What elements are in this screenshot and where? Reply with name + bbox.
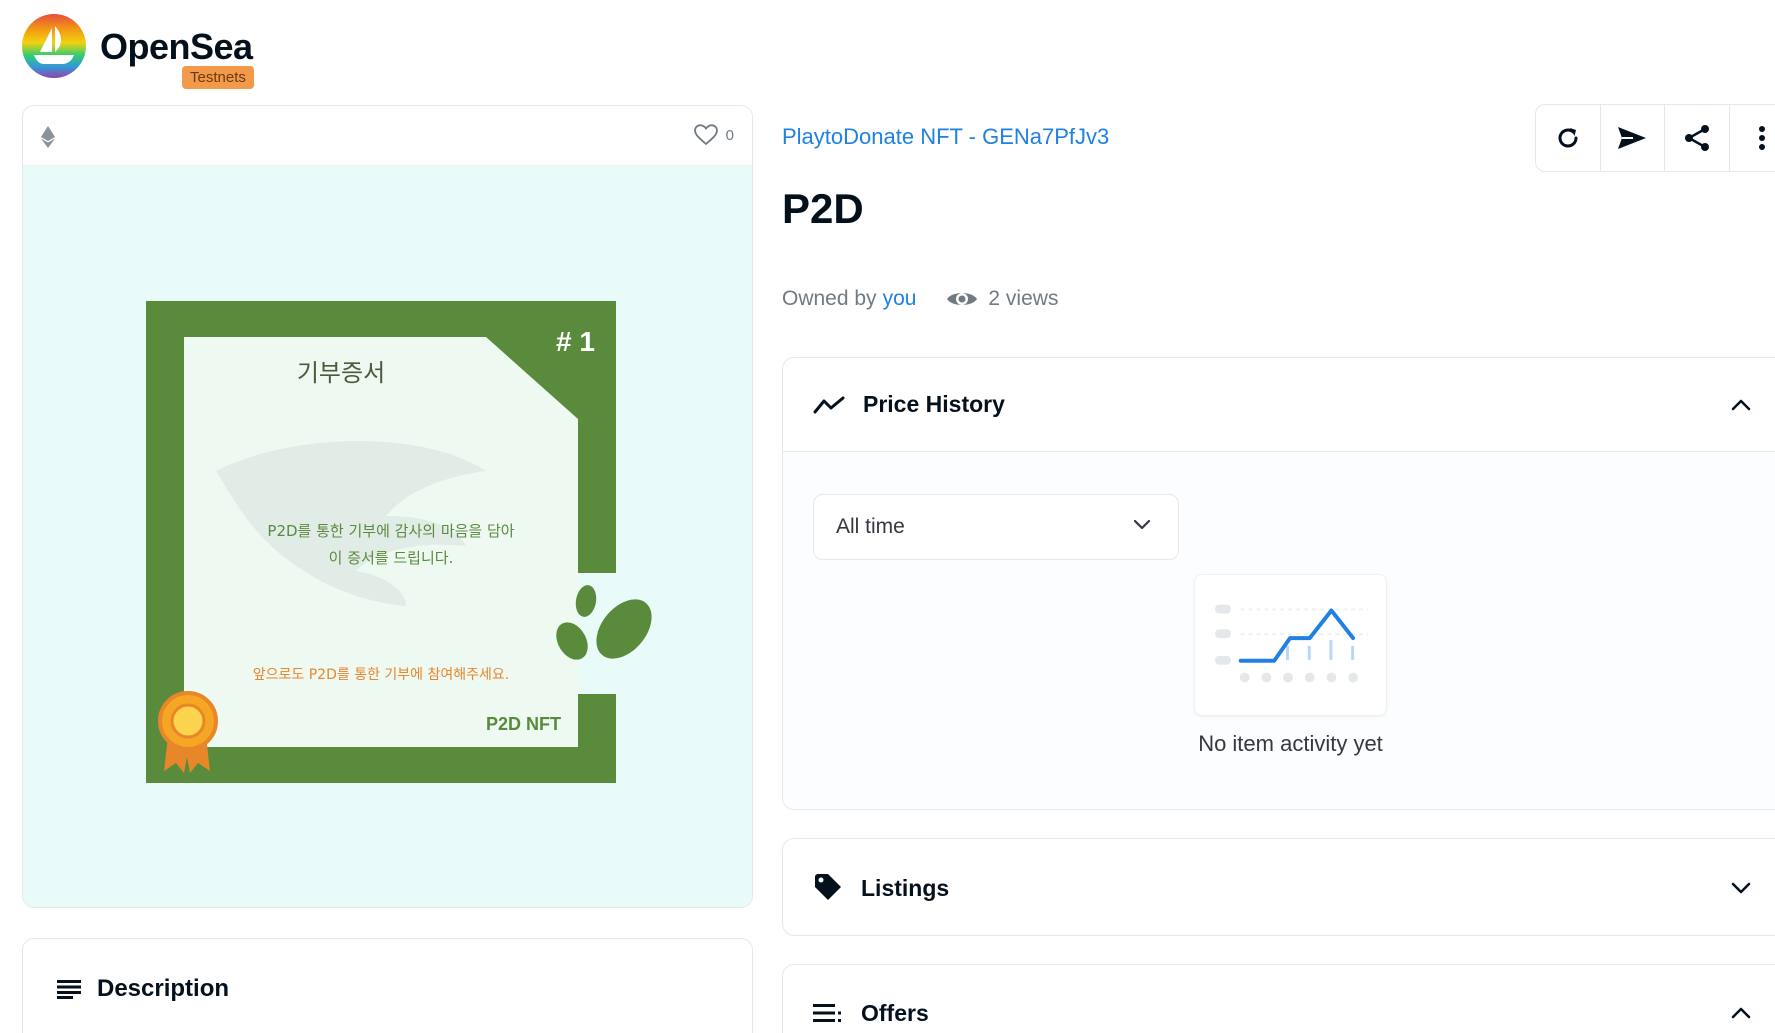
- price-history-label: Price History: [863, 391, 1005, 417]
- opensea-logo-icon: [22, 14, 86, 78]
- more-icon: [1758, 126, 1765, 150]
- offers-label: Offers: [861, 999, 929, 1026]
- refresh-button[interactable]: [1536, 105, 1601, 171]
- description-label: Description: [97, 975, 230, 1002]
- certificate-body-line2: 이 증서를 드립니다.: [329, 549, 454, 567]
- nft-image[interactable]: # 1 기부증서 P2D를 통한 기부에 감사의 마음을 담아 이 증서를 드립…: [23, 166, 752, 907]
- price-history-panel: Price History All time No item activity …: [782, 357, 1775, 810]
- media-topbar: 0: [23, 106, 752, 166]
- item-title: P2D: [782, 185, 864, 232]
- empty-chart-illustration: [1194, 574, 1387, 716]
- listings-panel: Listings: [782, 838, 1775, 936]
- views-label: 2 views: [988, 287, 1059, 310]
- certificate-title: 기부증서: [297, 359, 385, 387]
- more-options-button[interactable]: [1730, 105, 1775, 171]
- listings-header[interactable]: Listings: [783, 839, 1775, 935]
- price-history-header[interactable]: Price History: [783, 358, 1775, 452]
- certificate-number: # 1: [556, 326, 595, 357]
- description-icon: [57, 980, 81, 999]
- heart-icon: [693, 124, 718, 146]
- brand-name: OpenSea: [100, 26, 253, 67]
- description-header[interactable]: Description: [57, 975, 229, 1003]
- item-media-card: 0 # 1 기부증서 P2D를 통한 기부에 감사의 마음을 담아 이 증서를 …: [22, 105, 753, 908]
- description-panel[interactable]: Description: [22, 938, 753, 1033]
- views-count: 2 views: [946, 287, 1058, 311]
- owner-line: Owned by you 2 views: [782, 287, 1058, 311]
- owned-by-label: Owned by: [782, 287, 877, 310]
- chevron-down-icon: [1133, 519, 1151, 530]
- price-history-body: All time No item activity yet: [783, 452, 1775, 809]
- ethereum-icon: [41, 126, 55, 148]
- tag-icon: [815, 874, 841, 900]
- certificate-image: # 1 기부증서 P2D를 통한 기부에 감사의 마음을 담아 이 증서를 드립…: [146, 301, 652, 783]
- time-filter-select[interactable]: All time: [813, 494, 1179, 560]
- owner-link[interactable]: you: [883, 287, 917, 311]
- share-button[interactable]: [1665, 105, 1730, 171]
- certificate-brand: P2D NFT: [486, 714, 561, 734]
- testnets-badge: Testnets: [182, 66, 254, 89]
- item-action-bar: [1535, 104, 1775, 172]
- offers-header[interactable]: Offers: [783, 965, 1775, 1033]
- chevron-up-icon[interactable]: [1731, 399, 1751, 411]
- favorite-count: 0: [725, 126, 734, 144]
- opensea-logo-link[interactable]: OpenSea Testnets: [22, 14, 282, 94]
- offers-list-icon: [813, 1004, 841, 1022]
- offers-panel: Offers: [782, 964, 1775, 1033]
- certificate-body-line1: P2D를 통한 기부에 감사의 마음을 담아: [267, 522, 514, 540]
- chevron-up-icon[interactable]: [1731, 1007, 1751, 1019]
- transfer-button[interactable]: [1601, 105, 1665, 171]
- collection-link[interactable]: PlaytoDonate NFT - GENa7PfJv3: [782, 124, 1109, 150]
- favorite-button[interactable]: 0: [693, 124, 734, 146]
- share-icon: [1684, 125, 1709, 151]
- eye-icon: [947, 293, 978, 305]
- time-filter-value: All time: [836, 515, 905, 538]
- certificate-footer-note: 앞으로도 P2D를 통한 기부에 참여해주세요.: [253, 667, 509, 683]
- refresh-icon: [1558, 128, 1578, 148]
- transfer-icon: [1618, 127, 1647, 149]
- listings-label: Listings: [861, 874, 950, 901]
- empty-activity-message: No item activity yet: [1198, 731, 1383, 756]
- chevron-down-icon[interactable]: [1731, 882, 1751, 894]
- trending-icon: [813, 396, 845, 413]
